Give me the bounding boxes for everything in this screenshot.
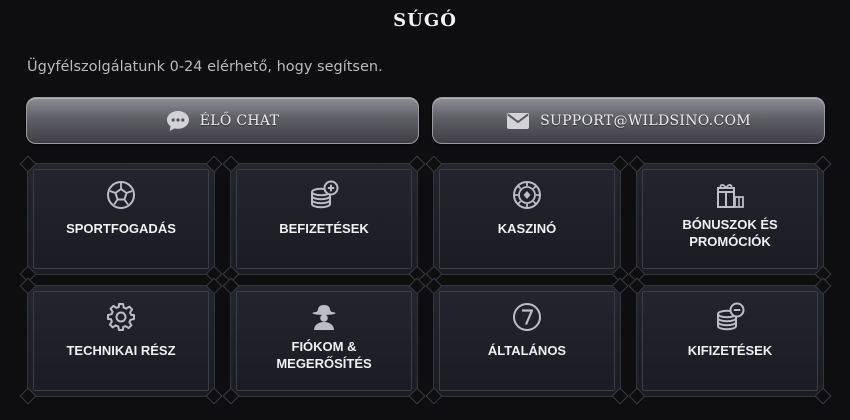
category-card-befizetesek[interactable]: BEFIZETÉSEK bbox=[222, 155, 426, 283]
category-label: KIFIZETÉSEK bbox=[687, 343, 773, 358]
page-title: SÚGÓ bbox=[393, 10, 457, 31]
category-label: SPORTFOGADÁS bbox=[66, 221, 176, 236]
category-card-technikai[interactable]: TECHNIKAI RÉSZ bbox=[19, 277, 223, 405]
chat-bubble-icon bbox=[166, 109, 190, 133]
category-card-kaszino[interactable]: KASZINÓ bbox=[425, 155, 629, 283]
category-card-kifizetesek[interactable]: KIFIZETÉSEK bbox=[628, 277, 832, 405]
category-label: BÓNUSZOK ÉS PROMÓCIÓK bbox=[682, 217, 778, 249]
category-card-sportfogadas[interactable]: SPORTFOGADÁS bbox=[19, 155, 223, 283]
coin-stack-minus-icon bbox=[715, 302, 745, 332]
category-label: BEFIZETÉSEK bbox=[279, 221, 369, 236]
support-availability-text: Ügyfélszolgálatunk 0-24 elérhető, hogy s… bbox=[27, 59, 383, 75]
category-label: TECHNIKAI RÉSZ bbox=[66, 343, 176, 358]
envelope-icon bbox=[506, 109, 530, 133]
category-label: FIÓKOM & MEGERŐSÍTÉS bbox=[276, 339, 372, 371]
gift-icon bbox=[715, 180, 745, 210]
soccer-ball-icon bbox=[106, 180, 136, 210]
casino-chip-icon bbox=[512, 180, 542, 210]
gear-icon bbox=[106, 302, 136, 332]
category-label: KASZINÓ bbox=[497, 221, 557, 236]
category-label: ÁLTALÁNOS bbox=[487, 343, 567, 358]
email-support-label: SUPPORT@WILDSINO.COM bbox=[540, 112, 751, 129]
email-support-button[interactable]: SUPPORT@WILDSINO.COM bbox=[432, 97, 825, 144]
cowboy-user-icon bbox=[309, 302, 339, 332]
category-card-bonuszok[interactable]: BÓNUSZOK ÉS PROMÓCIÓK bbox=[628, 155, 832, 283]
coin-stack-plus-icon bbox=[309, 180, 339, 210]
live-chat-button[interactable]: ÉLŐ CHAT bbox=[26, 97, 419, 144]
category-card-fiokom[interactable]: FIÓKOM & MEGERŐSÍTÉS bbox=[222, 277, 426, 405]
number-seven-icon bbox=[512, 302, 542, 332]
live-chat-label: ÉLŐ CHAT bbox=[199, 112, 280, 129]
category-card-altalanos[interactable]: ÁLTALÁNOS bbox=[425, 277, 629, 405]
